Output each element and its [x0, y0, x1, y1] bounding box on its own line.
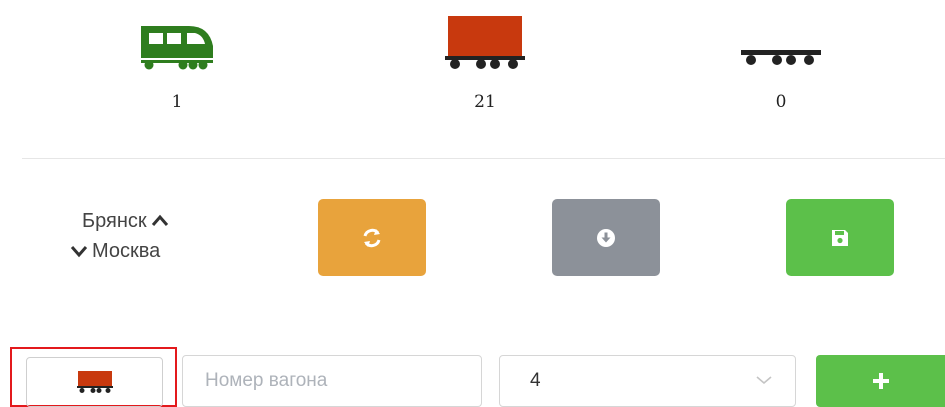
wagon-type-select-highlight	[10, 347, 177, 407]
route-to-row[interactable]: Москва	[70, 236, 169, 266]
save-button[interactable]	[786, 199, 894, 276]
freight-wagon-icon	[445, 16, 525, 69]
freight-wagon-stat	[430, 10, 540, 70]
refresh-button[interactable]	[318, 199, 426, 276]
download-button[interactable]	[552, 199, 660, 276]
flatcar-stat	[726, 10, 836, 70]
divider	[22, 158, 945, 159]
chevron-down-icon[interactable]	[70, 244, 88, 258]
plus-icon	[872, 373, 889, 389]
wagon-type-select[interactable]	[26, 357, 163, 407]
quantity-value: 4	[530, 370, 541, 391]
route-to: Москва	[92, 240, 161, 262]
chevron-up-icon[interactable]	[151, 214, 169, 228]
route-from: Брянск	[82, 210, 147, 232]
chevron-down-icon	[756, 376, 772, 385]
flatcar-icon	[741, 50, 821, 65]
save-icon	[832, 229, 848, 246]
locomotive-stat	[122, 10, 232, 70]
freight-wagon-count: 21	[474, 92, 496, 112]
locomotive-count: 1	[171, 92, 183, 112]
wagon-number-input[interactable]	[182, 355, 482, 407]
flatcar-count: 0	[775, 92, 787, 112]
freight-wagon-icon	[76, 371, 113, 393]
locomotive-icon	[141, 26, 213, 70]
refresh-icon	[363, 228, 381, 247]
route-switcher: Брянск Москва	[70, 206, 169, 266]
quantity-select[interactable]: 4	[499, 355, 796, 407]
download-icon	[597, 228, 615, 247]
route-from-row[interactable]: Брянск	[82, 206, 169, 236]
add-wagon-button[interactable]	[816, 355, 945, 407]
